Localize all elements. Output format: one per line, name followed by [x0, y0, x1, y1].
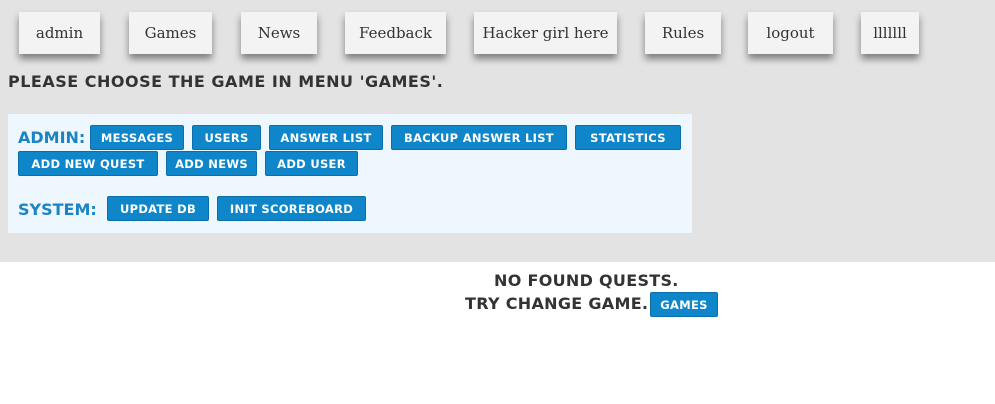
nav-rules-button[interactable]: Rules — [645, 12, 721, 54]
answer-list-button[interactable]: ANSWER LIST — [269, 125, 383, 150]
system-label: SYSTEM: — [18, 200, 97, 219]
nav-hacker-girl-button[interactable]: Hacker girl here — [474, 12, 617, 54]
nav-news-button[interactable]: News — [241, 12, 317, 54]
games-button[interactable]: GAMES — [650, 292, 718, 317]
nav-logout-button[interactable]: logout — [748, 12, 833, 54]
add-new-quest-button[interactable]: ADD NEW QUEST — [18, 151, 158, 176]
update-db-button[interactable]: UPDATE DB — [107, 196, 209, 221]
try-change-game-message: TRY CHANGE GAME. — [465, 294, 649, 313]
nav-admin-button[interactable]: admin — [19, 12, 100, 54]
add-news-button[interactable]: ADD NEWS — [166, 151, 257, 176]
no-quests-message: NO FOUND QUESTS. — [494, 271, 679, 290]
nav-feedback-button[interactable]: Feedback — [345, 12, 446, 54]
add-user-button[interactable]: ADD USER — [265, 151, 358, 176]
init-scoreboard-button[interactable]: INIT SCOREBOARD — [217, 196, 366, 221]
messages-button[interactable]: MESSAGES — [90, 125, 184, 150]
admin-label: ADMIN: — [18, 128, 86, 147]
admin-panel: ADMIN: MESSAGES USERS ANSWER LIST BACKUP… — [8, 114, 692, 233]
nav-games-button[interactable]: Games — [129, 12, 212, 54]
nav-user-button[interactable]: lllllll — [861, 12, 919, 54]
choose-game-notice: PLEASE CHOOSE THE GAME IN MENU 'GAMES'. — [8, 72, 444, 91]
users-button[interactable]: USERS — [192, 125, 261, 150]
statistics-button[interactable]: STATISTICS — [575, 125, 681, 150]
backup-answer-list-button[interactable]: BACKUP ANSWER LIST — [391, 125, 567, 150]
header-area: admin Games News Feedback Hacker girl he… — [0, 0, 995, 262]
